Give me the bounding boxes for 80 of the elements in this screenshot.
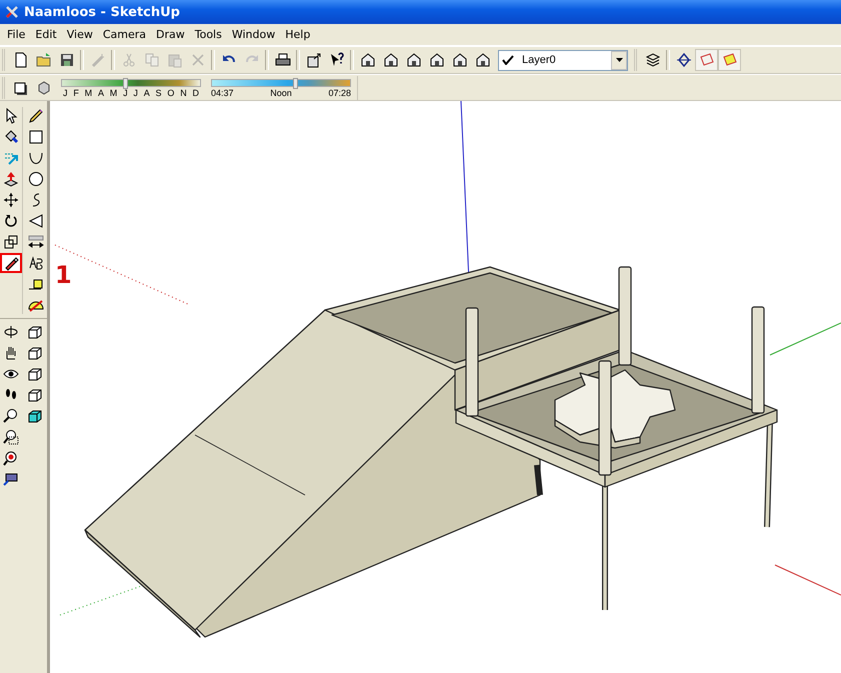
plane-filled-icon xyxy=(722,52,738,68)
menu-item[interactable]: Help xyxy=(280,28,316,41)
slider-thumb[interactable] xyxy=(123,78,128,88)
menu-item[interactable]: Draw xyxy=(151,28,190,41)
month-label: M xyxy=(110,86,118,98)
plane-outline-icon xyxy=(698,52,714,68)
slider-thumb[interactable] xyxy=(292,78,298,88)
month-label: N xyxy=(180,86,187,98)
shadow-page-icon xyxy=(12,80,28,96)
rotate-arrow-icon xyxy=(3,213,19,229)
diamond-arrow-icon xyxy=(676,52,692,68)
time-label: 04:37 xyxy=(211,86,234,98)
window-title: Naamloos - SketchUp xyxy=(24,4,180,20)
dimension-icon xyxy=(28,234,44,250)
document-arrow-icon xyxy=(306,52,322,68)
month-label: A xyxy=(144,86,150,98)
month-label: A xyxy=(98,86,104,98)
month-label: O xyxy=(167,86,174,98)
page-icon xyxy=(12,52,28,68)
triangle-icon xyxy=(28,213,44,229)
cube-icon xyxy=(27,366,43,382)
house-icon xyxy=(474,52,490,68)
time-slider[interactable] xyxy=(211,78,351,86)
folder-icon xyxy=(36,52,52,68)
tool-button[interactable] xyxy=(1,191,21,209)
printer-icon xyxy=(274,52,290,68)
month-label: J xyxy=(133,86,138,98)
house-icon xyxy=(382,52,398,68)
menu-item[interactable]: Tools xyxy=(190,28,227,41)
menu-item[interactable]: Edit xyxy=(30,28,62,41)
annotation-number: 1 xyxy=(55,261,72,289)
house-icon xyxy=(406,52,422,68)
tool-button[interactable] xyxy=(1,254,21,272)
cross-icon xyxy=(190,52,206,68)
house-icon xyxy=(428,52,444,68)
tool-button[interactable] xyxy=(1,428,21,446)
paint-bucket-icon xyxy=(3,129,19,145)
menu-item[interactable]: File xyxy=(2,28,30,41)
target-icon xyxy=(3,450,19,466)
tool-button[interactable] xyxy=(26,233,46,251)
search-icon xyxy=(3,408,19,424)
month-label: F xyxy=(73,86,79,98)
pencil-cross-icon xyxy=(4,4,20,20)
menu-item[interactable]: Window xyxy=(226,28,280,41)
lettering-icon xyxy=(28,255,44,271)
cube-icon xyxy=(27,345,43,361)
cube-icon xyxy=(27,408,43,424)
month-label: S xyxy=(156,86,162,98)
circle-icon xyxy=(28,171,44,187)
copy-icon xyxy=(144,52,160,68)
month-label: J xyxy=(63,86,68,98)
cube-shade-icon xyxy=(36,80,52,96)
clipboard-icon xyxy=(166,52,182,68)
layers-icon xyxy=(644,52,660,68)
push-pull-arrow-icon xyxy=(3,171,19,187)
house-icon xyxy=(452,52,468,68)
month-label: M xyxy=(84,86,92,98)
resize-square-icon xyxy=(3,234,19,250)
scissors-icon xyxy=(120,52,136,68)
tool-button[interactable] xyxy=(26,170,46,188)
cursor-question-icon xyxy=(328,52,344,68)
time-label: 07:28 xyxy=(328,86,351,98)
pencil-icon xyxy=(28,108,44,124)
month-label: D xyxy=(192,86,199,98)
arc-icon xyxy=(28,150,44,166)
wand-icon xyxy=(90,52,106,68)
month-label: J xyxy=(123,86,128,98)
time-label: Noon xyxy=(270,86,292,98)
house-icon xyxy=(360,52,376,68)
square-icon xyxy=(28,129,44,145)
cube-icon xyxy=(27,324,43,340)
menu-item[interactable]: Camera xyxy=(98,28,152,41)
move-arrows-icon xyxy=(3,192,19,208)
date-slider[interactable] xyxy=(61,78,201,86)
layer-dropdown[interactable]: Layer0 xyxy=(498,50,628,70)
layer-name: Layer0 xyxy=(521,54,557,66)
zoom-window-icon xyxy=(3,429,19,445)
cube-icon xyxy=(27,387,43,403)
menu-item[interactable]: View xyxy=(62,28,98,41)
eraser-icon xyxy=(3,255,19,271)
